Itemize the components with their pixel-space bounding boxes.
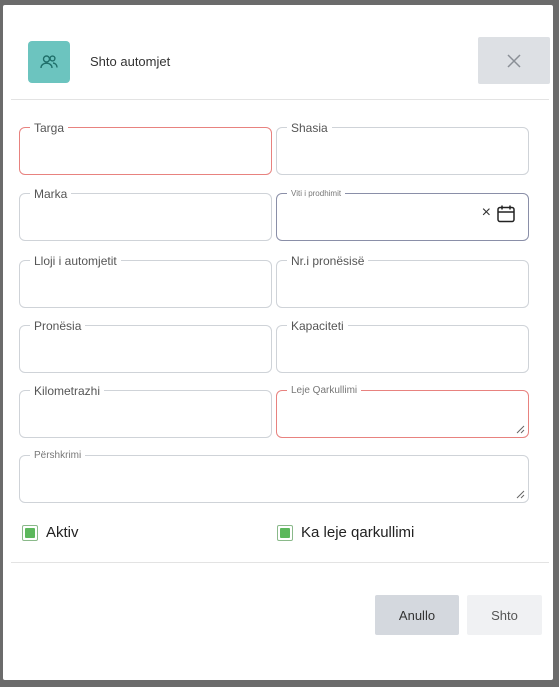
leje-qarkullimi-label: Leje Qarkullimi bbox=[287, 386, 362, 396]
shasia-field[interactable]: Shasia bbox=[276, 122, 529, 175]
kilometrazhi-label: Kilometrazhi bbox=[30, 385, 105, 397]
modal-title: Shto automjet bbox=[90, 54, 171, 69]
aktiv-label: Aktiv bbox=[46, 524, 79, 541]
pronesia-field[interactable]: Pronësia bbox=[19, 320, 272, 373]
ka-leje-checkbox[interactable]: Ka leje qarkullimi bbox=[277, 524, 414, 541]
pronesia-label: Pronësia bbox=[30, 320, 86, 332]
submit-button[interactable]: Shto bbox=[467, 595, 542, 635]
close-button[interactable] bbox=[478, 37, 550, 84]
kapaciteti-field[interactable]: Kapaciteti bbox=[276, 320, 529, 373]
kapaciteti-label: Kapaciteti bbox=[287, 320, 348, 332]
nr-pronesise-field[interactable]: Nr.i pronësisë bbox=[276, 255, 529, 308]
users-icon bbox=[28, 41, 70, 83]
close-icon bbox=[507, 53, 521, 68]
modal-header: Shto automjet bbox=[3, 5, 553, 101]
footer-divider bbox=[11, 562, 549, 563]
lloji-label: Lloji i automjetit bbox=[30, 255, 121, 267]
leje-qarkullimi-field[interactable]: Leje Qarkullimi bbox=[276, 386, 529, 438]
marka-label: Marka bbox=[30, 188, 72, 200]
resize-handle-icon[interactable] bbox=[516, 490, 525, 499]
viti-prodhimit-field[interactable]: Viti i prodhimit × bbox=[276, 190, 529, 241]
shasia-label: Shasia bbox=[287, 122, 332, 134]
checkbox-box[interactable] bbox=[277, 524, 293, 541]
checkbox-box[interactable] bbox=[22, 524, 38, 541]
calendar-icon[interactable] bbox=[496, 204, 516, 229]
kilometrazhi-field[interactable]: Kilometrazhi bbox=[19, 385, 272, 438]
viti-prodhimit-label: Viti i prodhimit bbox=[287, 190, 346, 198]
pershkrimi-field[interactable]: Përshkrimi bbox=[19, 451, 529, 503]
pershkrimi-label: Përshkrimi bbox=[30, 451, 86, 461]
header-divider bbox=[11, 99, 549, 100]
nr-pronesise-label: Nr.i pronësisë bbox=[287, 255, 369, 267]
targa-label: Targa bbox=[30, 122, 69, 134]
aktiv-checkbox[interactable]: Aktiv bbox=[22, 524, 79, 541]
ka-leje-label: Ka leje qarkullimi bbox=[301, 524, 415, 541]
resize-handle-icon[interactable] bbox=[516, 425, 525, 434]
clear-icon[interactable]: × bbox=[482, 204, 491, 222]
cancel-button[interactable]: Anullo bbox=[375, 595, 459, 635]
lloji-field[interactable]: Lloji i automjetit bbox=[19, 255, 272, 308]
add-vehicle-modal: Shto automjet Targa Shasia Marka Viti i … bbox=[3, 5, 553, 680]
marka-field[interactable]: Marka bbox=[19, 188, 272, 241]
targa-field[interactable]: Targa bbox=[19, 122, 272, 175]
